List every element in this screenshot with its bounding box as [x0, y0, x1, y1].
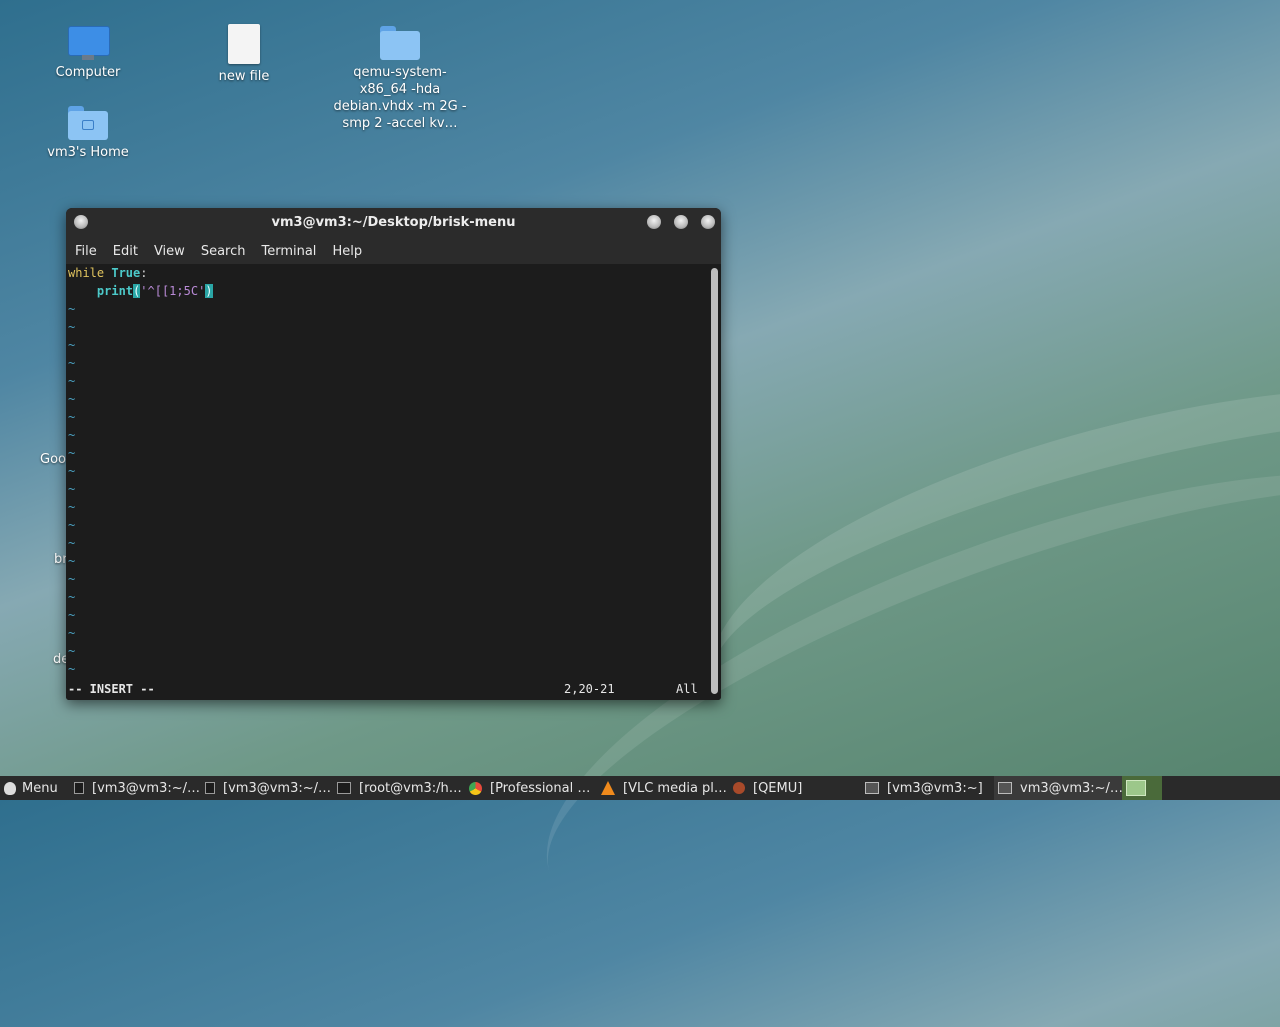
function-name: print	[96, 284, 134, 298]
menu-edit[interactable]: Edit	[113, 244, 138, 259]
empty-line-marker: ~	[68, 374, 76, 388]
code-line: while True:	[66, 264, 708, 282]
file-icon	[228, 24, 260, 64]
vim-status-line: -- INSERT -- 2,20-21 All	[68, 680, 708, 698]
terminal-menubar: File Edit View Search Terminal Help	[66, 238, 721, 264]
desktop-icon-computer[interactable]: Computer	[13, 26, 163, 81]
window-icon	[865, 782, 879, 794]
taskbar-item[interactable]: [vm3@vm3:~]	[865, 776, 991, 800]
window-icon	[998, 782, 1012, 794]
cursor-paren: )	[205, 284, 213, 298]
desktop-icon-new-file[interactable]: new file	[169, 24, 319, 85]
taskbar-item-label: [QEMU]	[753, 780, 803, 796]
home-folder-icon	[68, 106, 108, 140]
empty-line-marker: ~	[68, 572, 76, 586]
menu-label: Menu	[22, 780, 58, 796]
window-title: vm3@vm3:~/Desktop/brisk-menu	[271, 215, 516, 230]
desktop-icon-label: vm3's Home	[47, 145, 129, 160]
empty-line-marker: ~	[68, 608, 76, 622]
empty-line-marker: ~	[68, 626, 76, 640]
desktop-icon-label: qemu-system-x86_64 -hda debian.vhdx -m 2…	[333, 65, 467, 131]
chrome-icon	[469, 781, 482, 795]
vlc-icon	[601, 781, 615, 795]
taskbar-item[interactable]: [QEMU]	[733, 776, 859, 800]
terminal-icon	[337, 782, 351, 794]
empty-line-marker: ~	[68, 338, 76, 352]
taskbar-item-label: [root@vm3:/h…	[359, 780, 462, 796]
minimize-icon[interactable]	[647, 215, 661, 229]
menu-button[interactable]: Menu	[4, 776, 58, 800]
qemu-icon	[733, 782, 745, 794]
gnome-foot-icon	[4, 781, 16, 795]
cursor-position: 2,20-21	[564, 682, 615, 696]
empty-line-marker: ~	[68, 536, 76, 550]
workspace-1[interactable]	[1126, 780, 1146, 796]
taskbar-item[interactable]: [vm3@vm3:~/…	[74, 776, 200, 800]
terminal-icon	[205, 782, 216, 794]
empty-line-marker: ~	[68, 410, 76, 424]
empty-line-marker: ~	[68, 392, 76, 406]
taskbar-item[interactable]: [root@vm3:/h…	[337, 776, 463, 800]
vim-mode: -- INSERT --	[68, 682, 155, 696]
taskbar-item-label: [vm3@vm3:~]	[887, 780, 983, 796]
menu-terminal[interactable]: Terminal	[261, 244, 316, 259]
taskbar-item-label: [VLC media pl…	[623, 780, 727, 796]
empty-line-marker: ~	[68, 356, 76, 370]
keyword: while	[68, 266, 105, 280]
menu-help[interactable]: Help	[332, 244, 362, 259]
menu-view[interactable]: View	[154, 244, 185, 259]
menu-file[interactable]: File	[75, 244, 97, 259]
folder-icon	[380, 26, 420, 60]
window-titlebar[interactable]: vm3@vm3:~/Desktop/brisk-menu	[66, 208, 721, 238]
empty-line-marker: ~	[68, 482, 76, 496]
taskbar-item-label: [Professional …	[490, 780, 591, 796]
empty-line-marker: ~	[68, 446, 76, 460]
scroll-position: All	[676, 682, 698, 696]
taskbar-item-active[interactable]: vm3@vm3:~/…	[994, 776, 1124, 800]
taskbar: Menu [vm3@vm3:~/… [vm3@vm3:~/… [root@vm3…	[0, 776, 1280, 800]
empty-line-marker: ~	[68, 464, 76, 478]
maximize-icon[interactable]	[674, 215, 688, 229]
taskbar-item-label: [vm3@vm3:~/…	[223, 780, 331, 796]
desktop-icon-qemu-folder[interactable]: qemu-system-x86_64 -hda debian.vhdx -m 2…	[325, 26, 475, 132]
scrollbar-thumb[interactable]	[711, 268, 718, 694]
empty-line-marker: ~	[68, 500, 76, 514]
taskbar-item-label: [vm3@vm3:~/…	[92, 780, 200, 796]
empty-line-marker: ~	[68, 428, 76, 442]
close-icon[interactable]	[701, 215, 715, 229]
empty-line-marker: ~	[68, 644, 76, 658]
empty-line-marker: ~	[68, 518, 76, 532]
empty-line-marker: ~	[68, 590, 76, 604]
terminal-window[interactable]: vm3@vm3:~/Desktop/brisk-menu File Edit V…	[66, 208, 721, 700]
empty-line-marker: ~	[68, 662, 76, 676]
taskbar-item-label: vm3@vm3:~/…	[1020, 780, 1123, 796]
menu-search[interactable]: Search	[201, 244, 246, 259]
terminal-content[interactable]: while True: print('^[[1;5C') ~ ~ ~ ~ ~ ~…	[66, 264, 708, 700]
empty-line-marker: ~	[68, 320, 76, 334]
computer-icon	[68, 26, 110, 60]
desktop-icon-label-partial[interactable]: Goo	[40, 452, 66, 467]
taskbar-item[interactable]: [VLC media pl…	[601, 776, 727, 800]
terminal-icon	[74, 782, 85, 794]
taskbar-item[interactable]: [vm3@vm3:~/…	[205, 776, 331, 800]
desktop-icon-label: new file	[218, 69, 270, 84]
desktop-icon-label: Computer	[55, 65, 121, 80]
code-line: print('^[[1;5C')	[66, 282, 708, 300]
empty-line-marker: ~	[68, 554, 76, 568]
string-literal: '^[[1;5C'	[140, 284, 206, 298]
desktop-icon-home[interactable]: vm3's Home	[13, 106, 163, 161]
taskbar-item[interactable]: [Professional …	[469, 776, 595, 800]
punct: :	[140, 266, 148, 280]
empty-line-marker: ~	[68, 302, 76, 316]
constant: True	[111, 266, 141, 280]
